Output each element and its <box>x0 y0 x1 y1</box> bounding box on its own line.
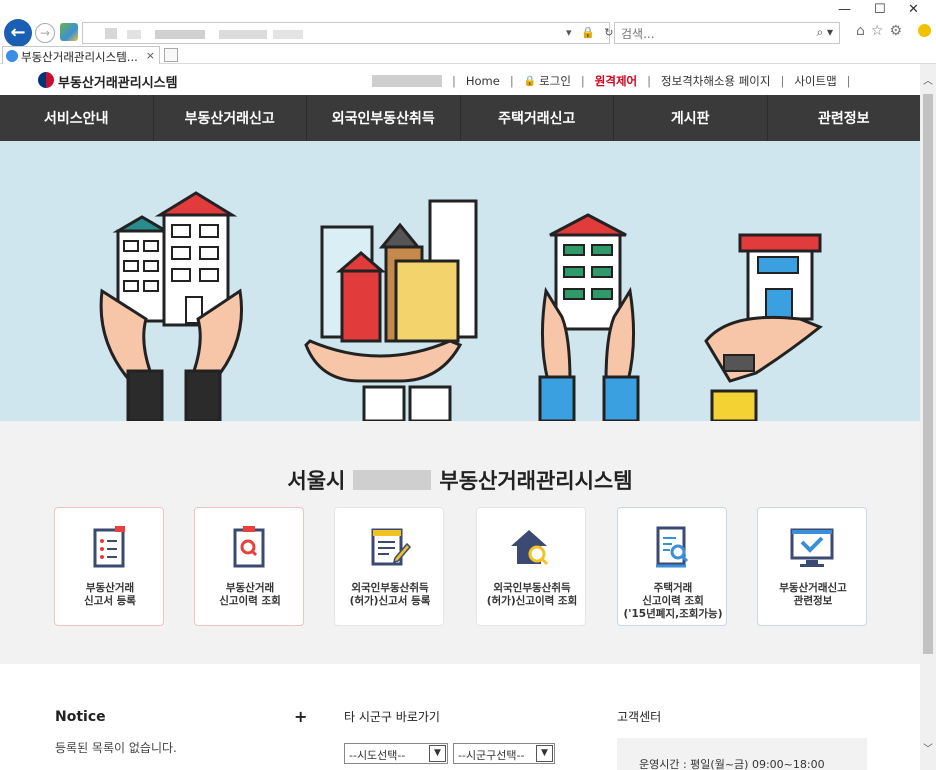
url-redacted <box>155 30 205 39</box>
card-label: 주택거래 신고이력 조회 ('15년폐지,조회가능) <box>623 582 723 620</box>
site-logo-text[interactable]: 부동산거래관리시스템 <box>58 72 178 91</box>
url-redacted <box>105 28 117 39</box>
feedback-smiley-icon[interactable] <box>918 24 931 37</box>
card-housing-history[interactable]: 주택거래 신고이력 조회 ('15년폐지,조회가능) <box>617 507 727 626</box>
sido-select[interactable]: --시도선택-- ▼ <box>344 743 448 764</box>
card-label: 부동산거래신고 관련정보 <box>779 582 847 607</box>
house-search-icon <box>511 530 549 566</box>
address-tools-icon[interactable]: ▾ 🔒 ↻ <box>566 26 616 39</box>
clipboard-search-icon <box>233 526 265 568</box>
sigungu-select-value: --시군구선택-- <box>458 749 525 762</box>
nav-item-housing-report[interactable]: 주택거래신고 <box>461 95 614 141</box>
redacted-user-name <box>372 75 442 87</box>
url-redacted <box>127 30 141 39</box>
notice-empty-message: 등록된 목록이 없습니다. <box>55 741 177 755</box>
search-icon[interactable]: ⌕ ▾ <box>816 25 833 40</box>
hero-banner <box>0 141 920 421</box>
document-edit-icon <box>371 528 412 566</box>
accessibility-page-link[interactable]: 정보격차해소용 페이지 <box>661 73 770 89</box>
card-transaction-register[interactable]: 부동산거래 신고서 등록 <box>54 507 164 626</box>
house-on-hand-illustration <box>704 233 823 421</box>
chevron-down-icon[interactable]: ▼ <box>536 745 553 762</box>
nav-item-board[interactable]: 게시판 <box>614 95 768 141</box>
maximize-button[interactable]: ☐ <box>874 2 886 17</box>
scroll-up-icon[interactable]: ︿ <box>920 72 936 87</box>
notice-title: Notice <box>55 709 106 725</box>
divider: | <box>509 74 514 88</box>
lock-icon: 🔒 <box>523 75 537 87</box>
login-link[interactable]: 로그인 <box>539 73 571 89</box>
card-related-info[interactable]: 부동산거래신고 관련정보 <box>757 507 867 626</box>
apartment-buildings-illustration <box>112 191 238 327</box>
quick-link-title: 타 시군구 바로가기 <box>344 710 440 724</box>
home-favorites-settings-icon[interactable]: ⌂☆⚙ <box>856 23 908 39</box>
nav-item-related-info[interactable]: 관련정보 <box>768 95 921 141</box>
card-label: 외국인부동산취득 (허가)신고서 등록 <box>349 582 431 607</box>
tab-title: 부동산거래관리시스템... <box>21 50 138 64</box>
nav-item-foreigner-acquisition[interactable]: 외국인부동산취득 <box>307 95 461 141</box>
vertical-scrollbar[interactable]: ︿ ﹀ <box>920 64 936 770</box>
operating-hours: 운영시간 : 평일(월~금) 09:00~18:00 <box>639 758 825 770</box>
divider: | <box>452 74 456 88</box>
home-link[interactable]: Home <box>466 74 500 88</box>
remote-control-link[interactable]: 원격제어 <box>595 73 637 89</box>
customer-center-title: 고객센터 <box>617 710 662 724</box>
card-foreigner-history[interactable]: 외국인부동산취득 (허가)신고이력 조회 <box>476 507 586 626</box>
divider: | <box>780 74 785 88</box>
back-arrow-icon[interactable]: ← <box>4 19 32 47</box>
services-title: 서울시 부동산거래관리시스템 <box>0 465 920 495</box>
nav-item-service-info[interactable]: 서비스안내 <box>0 95 154 141</box>
notice-more-button[interactable]: + <box>294 707 307 726</box>
card-label: 부동산거래 신고서 등록 <box>84 582 136 607</box>
main-nav: 서비스안내 부동산거래신고 외국인부동산취득 주택거래신고 게시판 관련정보 <box>0 95 920 141</box>
minimize-button[interactable]: — <box>838 2 851 17</box>
monitor-check-icon <box>790 528 834 567</box>
card-transaction-history[interactable]: 부동산거래 신고이력 조회 <box>194 507 304 626</box>
redacted-district-name <box>353 470 432 490</box>
sido-select-value: --시도선택-- <box>349 749 406 762</box>
address-bar[interactable] <box>82 22 610 44</box>
tab-close-icon[interactable]: × <box>146 49 155 62</box>
customer-center-box: 운영시간 : 평일(월~금) 09:00~18:00 <box>617 738 867 770</box>
forward-arrow-icon[interactable]: → <box>35 23 55 43</box>
divider: | <box>846 74 851 88</box>
services-title-prefix: 서울시 <box>287 469 346 493</box>
utility-links: | Home | 🔒 로그인 | 원격제어 | 정보격차해소용 페이지 | 사이… <box>372 73 861 89</box>
city-buildings-illustration <box>304 199 478 421</box>
taegeuk-logo-icon[interactable] <box>38 72 54 88</box>
search-input[interactable] <box>615 24 805 44</box>
ie-tab-icon <box>6 50 18 62</box>
divider: | <box>647 74 651 88</box>
divider: | <box>580 74 585 88</box>
card-label: 부동산거래 신고이력 조회 <box>219 582 281 607</box>
clipboard-list-icon <box>93 526 125 568</box>
card-foreigner-register[interactable]: 외국인부동산취득 (허가)신고서 등록 <box>334 507 444 626</box>
browser-search-box[interactable]: ⌕ ▾ <box>614 22 840 44</box>
document-search-icon <box>656 526 689 568</box>
services-section: 서울시 부동산거래관리시스템 부동산거래 신고서 등록 부동산거래 신고이력 조… <box>0 421 920 664</box>
tall-apartment-illustration <box>538 213 640 421</box>
bottom-section: Notice + 등록된 목록이 없습니다. 타 시군구 바로가기 --시도선택… <box>0 664 920 770</box>
site-favicon-icon <box>60 23 78 41</box>
card-label: 외국인부동산취득 (허가)신고이력 조회 <box>486 582 578 607</box>
services-title-suffix: 부동산거래관리시스템 <box>439 469 633 493</box>
url-redacted <box>273 30 303 39</box>
scroll-thumb[interactable] <box>923 94 933 654</box>
new-tab-button[interactable] <box>164 48 178 62</box>
sigungu-select[interactable]: --시군구선택-- ▼ <box>453 743 555 764</box>
scroll-down-icon[interactable]: ﹀ <box>920 740 936 755</box>
hero-illustration <box>99 191 823 421</box>
sitemap-link[interactable]: 사이트맵 <box>794 73 836 89</box>
browser-chrome: — ☐ ✕ ← → ▾ 🔒 ↻ ⌕ ▾ ⌂☆⚙ 부동산거래관리시스템... × <box>0 0 936 64</box>
chevron-down-icon[interactable]: ▼ <box>429 745 446 762</box>
close-window-button[interactable]: ✕ <box>908 2 919 17</box>
site-header: 부동산거래관리시스템 | Home | 🔒 로그인 | 원격제어 | 정보격차해… <box>0 64 920 95</box>
nav-item-transaction-report[interactable]: 부동산거래신고 <box>154 95 307 141</box>
url-redacted <box>219 30 267 39</box>
browser-tab[interactable]: 부동산거래관리시스템... × <box>2 46 160 64</box>
